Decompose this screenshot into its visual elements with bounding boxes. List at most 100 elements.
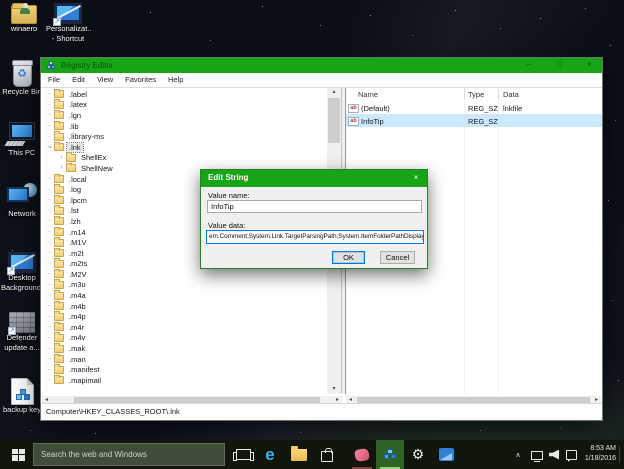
folder-icon [54,215,64,226]
tray-overflow-button[interactable]: ∧ [510,440,526,469]
dialog-close-button[interactable]: × [405,170,427,187]
tree-item[interactable]: .man [41,353,327,365]
tree-item[interactable]: .m3u [41,279,327,291]
tree-connector [45,111,54,119]
windows-logo-icon [11,448,25,461]
tree-item[interactable]: .m4p [41,311,327,322]
folder-icon [291,445,307,461]
edge-icon: e [265,445,275,464]
network-icon [7,183,37,209]
tree-item[interactable]: .lgn [41,109,327,121]
scrollbar-thumb[interactable] [328,98,340,143]
photos-app-button[interactable] [432,440,460,469]
tree-item[interactable]: .latex [41,99,327,111]
store-button[interactable] [313,440,341,469]
edge-button[interactable]: e [256,440,284,469]
regedit-taskbar-button[interactable] [376,440,404,469]
ok-button[interactable]: OK [332,251,365,264]
value-row[interactable]: ab (Default) REG_SZ lnkfile [346,101,602,114]
tree-item[interactable]: .m4b [41,300,327,312]
tree-item[interactable]: .M2V [41,268,327,280]
folder-icon [54,279,64,289]
folder-icon [54,268,64,279]
value-name-field[interactable]: InfoTip [207,200,422,213]
folder-icon [54,194,64,205]
maximize-button[interactable]: □ [549,58,569,73]
desktop-icon-network[interactable]: Network [0,183,44,219]
settings-button[interactable]: ⚙ [404,440,432,469]
tree-item[interactable]: .m4a [41,290,327,301]
dialog-title-bar[interactable]: Edit String [201,170,427,187]
tree-connector [45,313,54,321]
title-bar[interactable]: Registry Editor – □ × [41,58,602,73]
desktop-icon-defender-update[interactable]: ↗ Defender update a... [0,312,44,352]
registry-file-icon [10,378,34,405]
scroll-up-icon[interactable]: ▴ [327,88,341,97]
column-header-type[interactable]: Type [468,90,484,99]
icon-label: winaero [10,24,38,33]
taskbar-clock[interactable]: 8:53 AM 1/18/2016 [572,444,616,464]
gear-icon: ⚙ [411,446,425,462]
string-value-icon: ab [348,116,359,126]
header-separator[interactable] [464,89,465,100]
menu-edit[interactable]: Edit [66,73,91,87]
chevron-collapsed-icon[interactable] [57,164,66,172]
tree-connector [45,281,54,289]
desktop-icon-winaero[interactable]: winaero [2,3,46,34]
tree-connector [45,302,54,310]
network-tray-button[interactable] [528,440,546,469]
status-bar: Computer\HKEY_CLASSES_ROOT\.lnk [41,403,602,420]
menu-favorites[interactable]: Favorites [119,73,162,87]
recycle-bin-icon: ♻ [11,60,33,87]
personalization-icon: ↗ [53,3,82,26]
tree-item[interactable]: .m4v [41,332,327,344]
tree-item-selected[interactable]: .lnk [41,141,327,153]
close-button[interactable]: × [577,58,601,73]
header-separator[interactable] [498,89,499,100]
value-data-label: Value data: [208,221,246,230]
volume-tray-button[interactable] [546,440,562,469]
tree-connector [45,355,54,363]
start-button[interactable] [4,440,32,469]
menu-file[interactable]: File [42,73,66,87]
menu-help[interactable]: Help [162,73,189,87]
desktop-icon-recycle-bin[interactable]: ♻ Recycle Bin [0,60,44,97]
desktop-icon-personalization[interactable]: ↗ Personalizat... - Shortcut [46,3,90,43]
tree-item[interactable]: .m4r [41,321,327,333]
value-data-field[interactable]: em.Comment;System.Link.TargetParsingPath… [206,230,424,244]
tree-item[interactable]: .lib [41,120,327,132]
value-row-selected[interactable]: ab InfoTip REG_SZ [346,114,602,127]
tree-connector [45,90,54,98]
column-separator [498,88,499,394]
folder-icon [54,343,64,353]
winaero-app-button[interactable] [348,440,376,469]
chevron-collapsed-icon[interactable] [57,154,66,162]
edit-string-dialog: Edit String × Value name: InfoTip Value … [200,169,428,269]
taskbar-search-input[interactable]: Search the web and Windows [33,443,225,466]
task-view-button[interactable] [230,440,256,469]
show-desktop-button[interactable] [619,446,620,463]
tree-connector [45,217,54,225]
minimize-button[interactable]: – [519,58,539,73]
tree-item[interactable]: .mapimail [41,374,327,386]
file-explorer-button[interactable] [285,440,313,469]
scroll-down-icon[interactable]: ▾ [327,385,341,394]
column-header-name[interactable]: Name [358,90,378,99]
tree-item[interactable]: ShellEx [41,152,327,164]
network-icon [531,451,543,462]
menu-bar: File Edit View Favorites Help [41,73,602,88]
tree-item[interactable]: .manifest [41,364,327,375]
cancel-button[interactable]: Cancel [380,251,415,264]
menu-view[interactable]: View [91,73,119,87]
tree-connector [45,196,54,204]
tree-item[interactable]: .label [41,89,327,100]
column-separator [464,88,465,394]
tree-item[interactable]: .library-ms [41,131,327,142]
tree-item[interactable]: .mak [41,343,327,354]
desktop-icon-backup-key[interactable]: backup key [0,378,44,415]
tree-connector [45,334,54,342]
chevron-expanded-icon[interactable] [45,143,54,151]
column-header-data[interactable]: Data [503,90,519,99]
desktop-icon-this-pc[interactable]: This PC [0,122,44,158]
desktop-icon-desktop-background[interactable]: ↗ Desktop Background [0,252,44,292]
